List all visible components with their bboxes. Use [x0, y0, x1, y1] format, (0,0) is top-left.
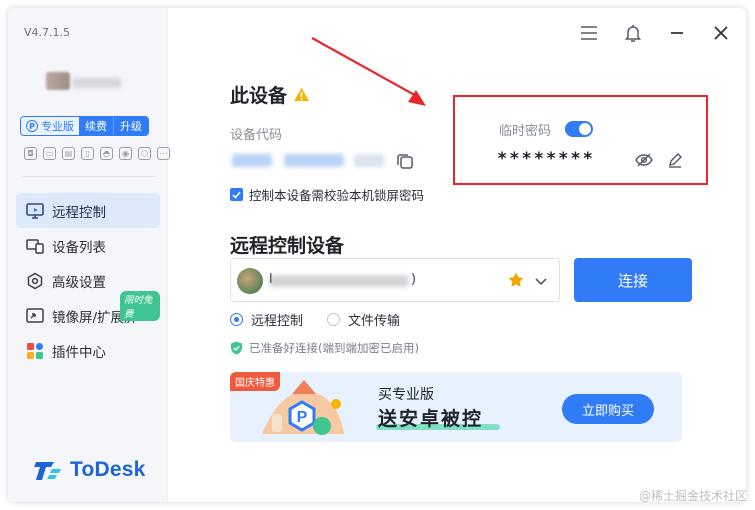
- todesk-logo: ToDesk: [34, 458, 146, 482]
- eye-hidden-icon[interactable]: [635, 152, 653, 168]
- connection-mode-group: 远程控制 文件传输: [230, 310, 400, 329]
- monitor-icon: [26, 202, 44, 220]
- game-privilege-icon[interactable]: ◘: [24, 147, 37, 160]
- radio-unselected[interactable]: [327, 313, 341, 326]
- pro-plan-label: 专业版: [41, 120, 74, 133]
- mic-privilege-icon[interactable]: ◓: [100, 147, 113, 160]
- shield-check-icon: [231, 341, 242, 355]
- star-icon[interactable]: [507, 271, 525, 289]
- mirror-icon: [26, 307, 44, 325]
- promo-line1: 买专业版: [378, 387, 434, 403]
- lock-screen-checkbox[interactable]: [230, 188, 243, 201]
- chevron-down-icon[interactable]: [533, 273, 549, 289]
- remote-device-avatar: [237, 268, 263, 294]
- temp-password-value: ********: [497, 149, 595, 169]
- tablet-privilege-icon[interactable]: ▯: [81, 147, 94, 160]
- devices-icon: [26, 237, 44, 255]
- remote-id-suffix: ): [411, 272, 417, 287]
- logo-text: ToDesk: [70, 458, 146, 481]
- sidebar-divider: [22, 176, 156, 177]
- camera-privilege-icon[interactable]: ◉: [119, 147, 132, 160]
- remote-id-blurred: [269, 275, 409, 287]
- settings-icon: [26, 272, 44, 290]
- temp-password-label: 临时密码: [499, 124, 552, 139]
- hexagon-privilege-icon[interactable]: ⬡: [138, 147, 151, 160]
- lock-screen-check-row[interactable]: 控制本设备需校验本机锁屏密码: [230, 185, 424, 204]
- user-avatar[interactable]: [46, 72, 70, 90]
- this-device-heading: 此设备: [230, 81, 310, 108]
- version-label: V4.7.1.5: [24, 26, 71, 39]
- remote-device-input[interactable]: l ): [230, 258, 560, 302]
- ready-status-text: 已准备好连接(端到端加密已启用): [249, 341, 419, 355]
- plan-bar: P 专业版 续费 升级: [20, 116, 149, 136]
- mode-remote-control[interactable]: 远程控制: [230, 310, 303, 329]
- temp-password-toggle[interactable]: [565, 121, 593, 137]
- mode-label: 远程控制: [251, 314, 304, 329]
- remote-id-prefix: l: [269, 272, 273, 287]
- privilege-icons: ◘ ▭ ▤ ▯ ◓ ◉ ⬡ ⋯: [24, 147, 170, 160]
- sidebar-item-label: 高级设置: [52, 274, 106, 291]
- sidebar-item-label: 远程控制: [52, 204, 106, 221]
- edit-icon[interactable]: [667, 152, 683, 168]
- ready-status: 已准备好连接(端到端加密已启用): [230, 340, 419, 356]
- svg-text:P: P: [297, 409, 308, 426]
- pro-p-icon: P: [26, 120, 38, 132]
- sidebar-item-label: 插件中心: [52, 344, 106, 361]
- sidebar-item-label: 设备列表: [52, 239, 106, 256]
- upgrade-button[interactable]: 升级: [113, 117, 148, 135]
- pro-plan-badge[interactable]: P 专业版: [21, 117, 79, 135]
- sidebar: V4.7.1.5 P 专业版 续费 升级 ◘ ▭ ▤ ▯ ◓ ◉ ⬡ ⋯ 远程控…: [8, 8, 170, 502]
- copy-icon[interactable]: [396, 152, 414, 170]
- todesk-window: V4.7.1.5 P 专业版 续费 升级 ◘ ▭ ▤ ▯ ◓ ◉ ⬡ ⋯ 远程控…: [8, 8, 746, 502]
- device-code-value-blurred[interactable]: [230, 151, 390, 171]
- temp-password-highlight: 临时密码 ********: [453, 95, 708, 185]
- sidebar-nav: 远程控制 设备列表 高级设置 镜像屏/扩展屏 限时免费 插件中心: [16, 193, 160, 368]
- watermark: @稀土掘金技术社区: [638, 489, 747, 503]
- todesk-logo-icon: [34, 462, 61, 480]
- promo-banner[interactable]: 国庆特惠 P 买专业版 送安卓被控 立即购买: [230, 372, 682, 442]
- folder-privilege-icon[interactable]: ▤: [62, 147, 75, 160]
- mode-file-transfer[interactable]: 文件传输: [327, 310, 400, 329]
- connect-button[interactable]: 连接: [574, 258, 692, 302]
- radio-selected[interactable]: [230, 313, 243, 326]
- red-arrow-annotation: [311, 37, 426, 106]
- device-code-label: 设备代码: [230, 128, 283, 143]
- this-device-title: 此设备: [230, 85, 288, 107]
- sidebar-item-mirror-screen[interactable]: 镜像屏/扩展屏 限时免费: [16, 291, 160, 333]
- mode-label: 文件传输: [348, 314, 401, 329]
- buy-now-button[interactable]: 立即购买: [562, 394, 654, 424]
- remote-control-title: 远程控制设备: [230, 235, 345, 257]
- screen-privilege-icon[interactable]: ▭: [43, 147, 56, 160]
- renew-button[interactable]: 续费: [79, 117, 113, 135]
- user-name-blurred: [72, 78, 122, 88]
- lock-screen-label: 控制本设备需校验本机锁屏密码: [249, 188, 425, 203]
- main-panel: 此设备 设备代码 控制本设备需校验本机锁屏密码 临时密码 ******** 远程…: [168, 8, 746, 502]
- promo-illustration: P: [262, 380, 344, 435]
- plugins-icon: [26, 342, 44, 360]
- sidebar-item-plugin-center[interactable]: 插件中心: [16, 333, 160, 368]
- promo-line2: 送安卓被控: [378, 408, 484, 430]
- sidebar-item-remote-control[interactable]: 远程控制: [16, 193, 160, 228]
- screenshot-stage: V4.7.1.5 P 专业版 续费 升级 ◘ ▭ ▤ ▯ ◓ ◉ ⬡ ⋯ 远程控…: [0, 0, 755, 510]
- limited-free-badge: 限时免费: [120, 291, 160, 321]
- sidebar-item-device-list[interactable]: 设备列表: [16, 228, 160, 263]
